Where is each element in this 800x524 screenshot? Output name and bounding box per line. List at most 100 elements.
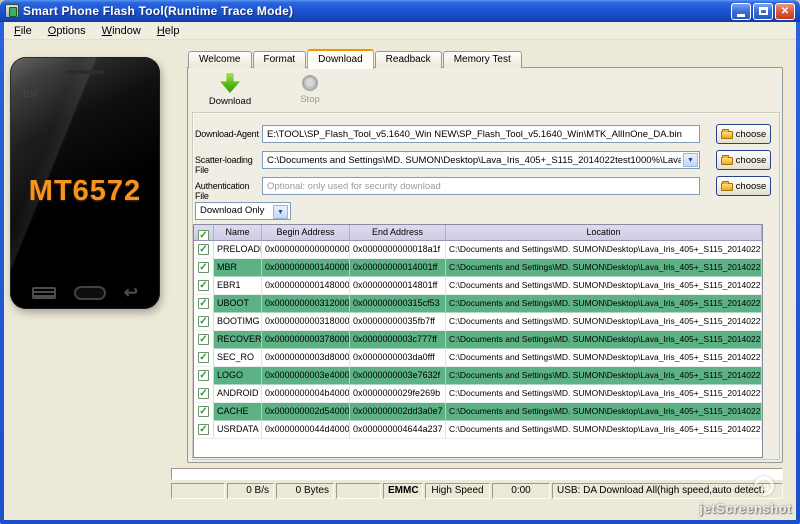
auth-file-label: Authentication File bbox=[195, 181, 250, 201]
checkbox-checked-icon: ✓ bbox=[198, 352, 209, 363]
close-button[interactable]: ✕ bbox=[775, 3, 795, 20]
tab-strip: Welcome Format Download Readback Memory … bbox=[188, 48, 523, 69]
minimize-button[interactable] bbox=[731, 3, 751, 20]
row-checkbox[interactable]: ✓ bbox=[194, 385, 214, 403]
status-link-speed: High Speed bbox=[425, 483, 490, 499]
choose-button-label: choose bbox=[735, 154, 767, 166]
tab-readback[interactable]: Readback bbox=[374, 51, 442, 68]
end-address: 0x0000000000018a1f bbox=[350, 241, 446, 259]
scatter-file-choose-button[interactable]: choose bbox=[716, 150, 771, 170]
mode-dropdown-arrow-icon[interactable]: ▼ bbox=[273, 205, 288, 219]
status-empty-2 bbox=[336, 483, 381, 499]
table-row[interactable]: ✓ MBR 0x0000000001400000 0x0000000001400… bbox=[194, 259, 762, 277]
table-row[interactable]: ✓ BOOTIMG 0x0000000003180000 0x000000000… bbox=[194, 313, 762, 331]
row-checkbox[interactable]: ✓ bbox=[194, 331, 214, 349]
row-checkbox[interactable]: ✓ bbox=[194, 349, 214, 367]
partition-location: C:\Documents and Settings\MD. SUMON\Desk… bbox=[446, 259, 762, 277]
table-row[interactable]: ✓ RECOVERY 0x0000000003780000 0x00000000… bbox=[194, 331, 762, 349]
partition-name: MBR bbox=[214, 259, 262, 277]
scatter-dropdown-arrow-icon[interactable]: ▼ bbox=[683, 153, 698, 167]
minimize-icon bbox=[737, 14, 745, 17]
watermark-logo-icon bbox=[750, 472, 782, 500]
tab-memory-test[interactable]: Memory Test bbox=[442, 51, 522, 68]
row-checkbox[interactable]: ✓ bbox=[194, 313, 214, 331]
phone-preview: BM MT6572 ↩ bbox=[10, 57, 160, 309]
download-button[interactable]: Download bbox=[200, 73, 260, 107]
row-checkbox[interactable]: ✓ bbox=[194, 403, 214, 421]
checkbox-checked-icon: ✓ bbox=[198, 406, 209, 417]
choose-button-label: choose bbox=[735, 180, 767, 192]
begin-address: 0x000000002d540000 bbox=[262, 403, 350, 421]
partition-name: EBR1 bbox=[214, 277, 262, 295]
stop-button[interactable]: Stop bbox=[280, 73, 340, 105]
scatter-file-combo-input[interactable] bbox=[262, 151, 700, 169]
download-agent-input[interactable] bbox=[262, 125, 700, 143]
menu-window[interactable]: Window bbox=[94, 23, 149, 39]
partition-location: C:\Documents and Settings\MD. SUMON\Desk… bbox=[446, 295, 762, 313]
row-checkbox[interactable]: ✓ bbox=[194, 367, 214, 385]
menu-options[interactable]: Options bbox=[40, 23, 94, 39]
download-mode-select[interactable]: Download Only ▼ bbox=[195, 202, 291, 220]
tab-download[interactable]: Download bbox=[307, 49, 374, 69]
end-address: 0x000000004644a237 bbox=[350, 421, 446, 439]
row-checkbox[interactable]: ✓ bbox=[194, 259, 214, 277]
table-body: ✓ PRELOADER 0x0000000000000000 0x0000000… bbox=[194, 241, 762, 439]
row-checkbox[interactable]: ✓ bbox=[194, 295, 214, 313]
begin-address: 0x0000000003d80000 bbox=[262, 349, 350, 367]
download-arrow-icon bbox=[220, 73, 240, 93]
checkbox-checked-icon: ✓ bbox=[198, 298, 209, 309]
progress-bar bbox=[171, 468, 783, 480]
status-bytes: 0 Bytes bbox=[276, 483, 334, 499]
maximize-button[interactable] bbox=[753, 3, 773, 20]
column-header-begin[interactable]: Begin Address bbox=[262, 225, 350, 241]
phone-speaker bbox=[66, 70, 104, 74]
phone-home-icon bbox=[73, 286, 106, 300]
table-row[interactable]: ✓ ANDROID 0x0000000004b40000 0x000000002… bbox=[194, 385, 762, 403]
table-row[interactable]: ✓ PRELOADER 0x0000000000000000 0x0000000… bbox=[194, 241, 762, 259]
auth-file-choose-button[interactable]: choose bbox=[716, 176, 771, 196]
begin-address: 0x0000000003180000 bbox=[262, 313, 350, 331]
checkbox-checked-icon: ✓ bbox=[198, 424, 209, 435]
table-row[interactable]: ✓ CACHE 0x000000002d540000 0x000000002dd… bbox=[194, 403, 762, 421]
table-row[interactable]: ✓ UBOOT 0x0000000003120000 0x00000000031… bbox=[194, 295, 762, 313]
checkbox-checked-icon: ✓ bbox=[198, 388, 209, 399]
begin-address: 0x0000000000000000 bbox=[262, 241, 350, 259]
menu-bar: File Options Window Help bbox=[4, 22, 796, 40]
row-checkbox[interactable]: ✓ bbox=[194, 277, 214, 295]
menu-help[interactable]: Help bbox=[149, 23, 188, 39]
tab-format[interactable]: Format bbox=[252, 51, 307, 68]
table-row[interactable]: ✓ USRDATA 0x0000000044d40000 0x000000004… bbox=[194, 421, 762, 439]
table-row[interactable]: ✓ LOGO 0x0000000003e40000 0x0000000003e7… bbox=[194, 367, 762, 385]
download-button-label: Download bbox=[208, 96, 252, 107]
select-all-checkbox[interactable]: ✓ bbox=[194, 225, 214, 241]
column-header-name[interactable]: Name bbox=[214, 225, 262, 241]
scatter-file-label: Scatter-loading File bbox=[195, 155, 253, 175]
row-checkbox[interactable]: ✓ bbox=[194, 241, 214, 259]
partition-location: C:\Documents and Settings\MD. SUMON\Desk… bbox=[446, 403, 762, 421]
row-checkbox[interactable]: ✓ bbox=[194, 421, 214, 439]
begin-address: 0x0000000001400000 bbox=[262, 259, 350, 277]
choose-button-label: choose bbox=[735, 128, 767, 140]
folder-icon bbox=[720, 128, 733, 139]
auth-file-input[interactable] bbox=[262, 177, 700, 195]
table-row[interactable]: ✓ SEC_RO 0x0000000003d80000 0x0000000003… bbox=[194, 349, 762, 367]
maximize-icon bbox=[758, 7, 768, 15]
download-tab-page: Download Stop Download-Agent choose Scat… bbox=[187, 67, 783, 463]
end-address: 0x00000000035fb7ff bbox=[350, 313, 446, 331]
menu-file[interactable]: File bbox=[6, 23, 40, 39]
status-storage: EMMC bbox=[383, 483, 423, 499]
column-header-location[interactable]: Location bbox=[446, 225, 762, 241]
partition-location: C:\Documents and Settings\MD. SUMON\Desk… bbox=[446, 277, 762, 295]
begin-address: 0x0000000004b40000 bbox=[262, 385, 350, 403]
column-header-end[interactable]: End Address bbox=[350, 225, 446, 241]
checkbox-checked-icon: ✓ bbox=[198, 262, 209, 273]
download-agent-choose-button[interactable]: choose bbox=[716, 124, 771, 144]
stop-button-label: Stop bbox=[300, 94, 320, 105]
status-time: 0:00 bbox=[492, 483, 550, 499]
partition-name: ANDROID bbox=[214, 385, 262, 403]
watermark-text: jetScreenshot bbox=[699, 501, 792, 516]
partition-name: RECOVERY bbox=[214, 331, 262, 349]
tab-welcome[interactable]: Welcome bbox=[188, 51, 252, 68]
table-row[interactable]: ✓ EBR1 0x0000000001480000 0x000000000148… bbox=[194, 277, 762, 295]
title-bar[interactable]: Smart Phone Flash Tool(Runtime Trace Mod… bbox=[0, 0, 800, 22]
